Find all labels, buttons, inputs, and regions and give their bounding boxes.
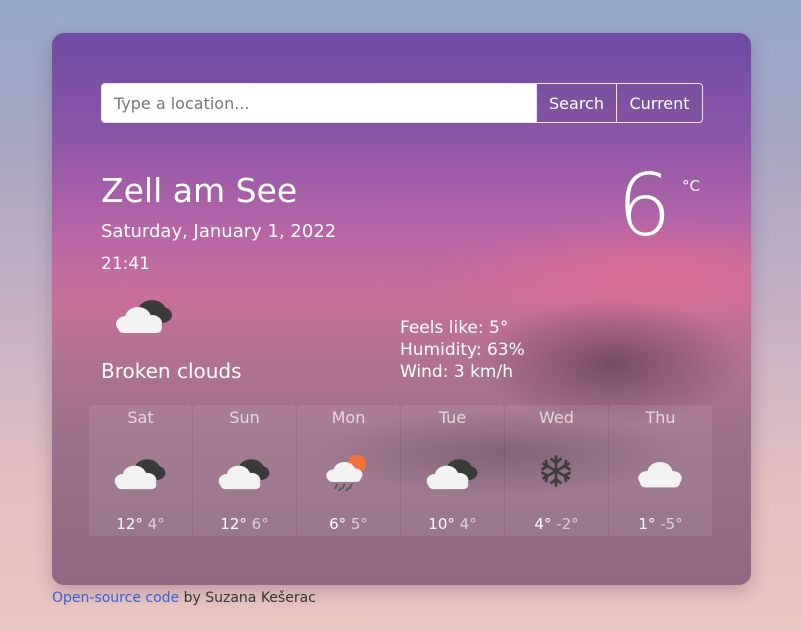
footer: Open-source code by Suzana Kešerac xyxy=(52,590,316,606)
broken-clouds-icon xyxy=(112,291,176,335)
forecast-max: 1° xyxy=(638,515,656,533)
search-button[interactable]: Search xyxy=(536,84,616,122)
current-time: 21:41 xyxy=(101,254,150,274)
cloud-icon xyxy=(631,451,689,491)
weather-details: Feels like: 5° Humidity: 63% Wind: 3 km/… xyxy=(400,317,525,383)
current-temperature: 6 xyxy=(617,156,672,256)
forecast-max: 12° xyxy=(116,515,143,533)
broken-clouds-icon xyxy=(423,451,481,491)
forecast-max: 10° xyxy=(428,515,455,533)
forecast-day-name: Mon xyxy=(331,408,366,427)
forecast-day: Tue 10° 4° xyxy=(401,405,504,536)
forecast-temps: 4° -2° xyxy=(505,515,608,533)
forecast-min: 5° xyxy=(350,515,368,533)
snow-icon xyxy=(527,451,585,491)
forecast-max: 6° xyxy=(329,515,347,533)
city-name: Zell am See xyxy=(101,171,298,210)
temperature-unit: °C xyxy=(682,177,700,195)
broken-clouds-icon xyxy=(111,451,169,491)
search-form: Search Current xyxy=(101,83,703,123)
forecast-temps: 10° 4° xyxy=(401,515,504,533)
footer-credit: by Suzana Kešerac xyxy=(179,590,316,606)
search-input[interactable] xyxy=(102,84,536,122)
forecast-temps: 1° -5° xyxy=(609,515,712,533)
forecast-min: 4° xyxy=(147,515,165,533)
wind: Wind: 3 km/h xyxy=(400,362,513,382)
forecast-list: Sat 12° 4° Sun 12° 6° Mon 6° 5° Tue 10° … xyxy=(89,405,713,536)
forecast-day: Wed 4° -2° xyxy=(505,405,608,536)
humidity: Humidity: 63% xyxy=(400,340,525,360)
current-location-button[interactable]: Current xyxy=(616,84,702,122)
forecast-min: 4° xyxy=(459,515,477,533)
feels-like: Feels like: 5° xyxy=(400,318,509,338)
forecast-max: 12° xyxy=(220,515,247,533)
weather-description: Broken clouds xyxy=(101,359,242,383)
forecast-day: Mon 6° 5° xyxy=(297,405,400,536)
forecast-day: Thu 1° -5° xyxy=(609,405,712,536)
forecast-max: 4° xyxy=(534,515,552,533)
forecast-min: 6° xyxy=(251,515,269,533)
current-date: Saturday, January 1, 2022 xyxy=(101,221,337,242)
forecast-min: -2° xyxy=(556,515,579,533)
forecast-day: Sun 12° 6° xyxy=(193,405,296,536)
forecast-temps: 6° 5° xyxy=(297,515,400,533)
weather-card: Search Current Zell am See Saturday, Jan… xyxy=(52,33,751,585)
forecast-day: Sat 12° 4° xyxy=(89,405,192,536)
forecast-min: -5° xyxy=(660,515,683,533)
forecast-day-name: Sat xyxy=(127,408,154,427)
forecast-temps: 12° 6° xyxy=(193,515,296,533)
forecast-day-name: Wed xyxy=(539,408,574,427)
forecast-day-name: Tue xyxy=(438,408,467,427)
forecast-day-name: Thu xyxy=(645,408,676,427)
forecast-temps: 12° 4° xyxy=(89,515,192,533)
rain-sun-icon xyxy=(319,451,377,491)
source-code-link[interactable]: Open-source code xyxy=(52,590,179,606)
broken-clouds-icon xyxy=(215,451,273,491)
forecast-day-name: Sun xyxy=(229,408,260,427)
